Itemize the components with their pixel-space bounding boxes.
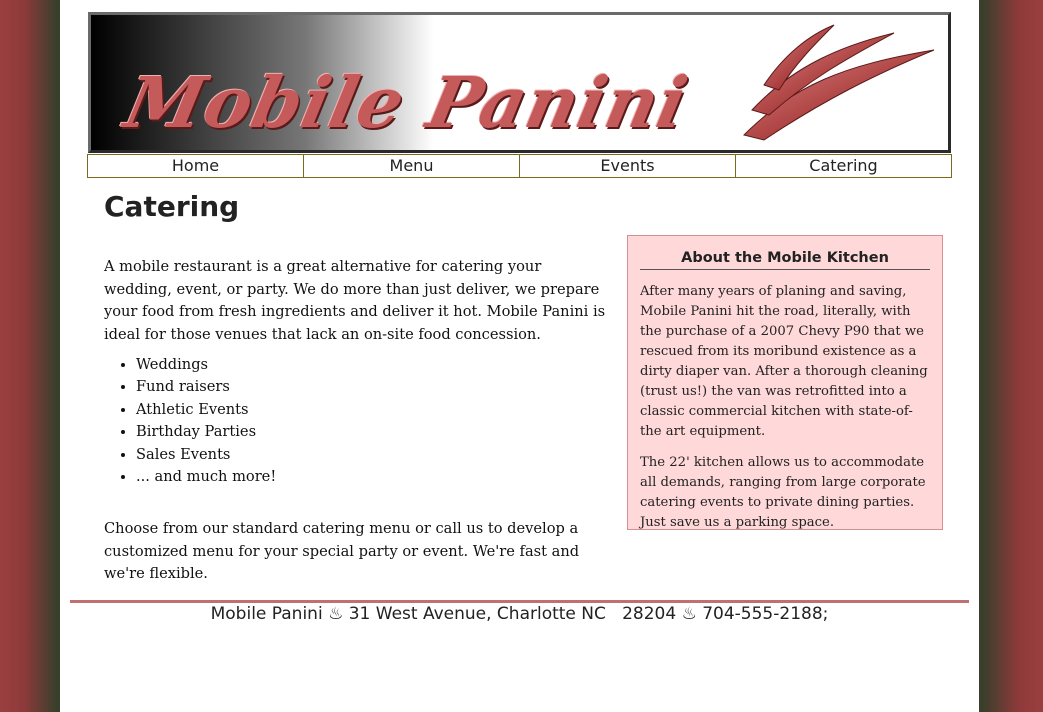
nav-home[interactable]: Home	[87, 154, 304, 178]
logo: Mobile Panini	[118, 61, 696, 144]
footer-divider	[70, 600, 969, 603]
list-item: Fund raisers	[136, 376, 612, 398]
main-nav: Home Menu Events Catering	[87, 154, 952, 178]
aside-title: About the Mobile Kitchen	[640, 248, 930, 270]
aside-paragraph: The 22' kitchen allows us to accommodate…	[640, 455, 926, 530]
about-kitchen-box: About the Mobile Kitchen After many year…	[627, 235, 943, 530]
site-banner: Mobile Panini	[88, 12, 951, 153]
list-item: Weddings	[136, 354, 612, 376]
list-item: ... and much more!	[136, 466, 612, 488]
event-list: Weddings Fund raisers Athletic Events Bi…	[136, 354, 612, 488]
nav-events[interactable]: Events	[519, 154, 736, 178]
list-item: Sales Events	[136, 444, 612, 466]
intro-paragraph: A mobile restaurant is a great alternati…	[104, 258, 606, 343]
page: Mobile Panini Home Menu Events Catering …	[60, 0, 979, 712]
aside-paragraph: After many years of planing and saving, …	[640, 284, 928, 439]
closing-paragraph: Choose from our standard catering menu o…	[104, 520, 580, 583]
list-item: Birthday Parties	[136, 421, 612, 443]
list-item: Athletic Events	[136, 399, 612, 421]
page-title: Catering	[104, 190, 240, 223]
main-content: A mobile restaurant is a great alternati…	[104, 256, 612, 594]
footer: Mobile Panini ♨ 31 West Avenue, Charlott…	[210, 604, 829, 624]
ribbon-icon	[743, 24, 935, 141]
nav-catering[interactable]: Catering	[735, 154, 952, 178]
nav-menu[interactable]: Menu	[303, 154, 520, 178]
